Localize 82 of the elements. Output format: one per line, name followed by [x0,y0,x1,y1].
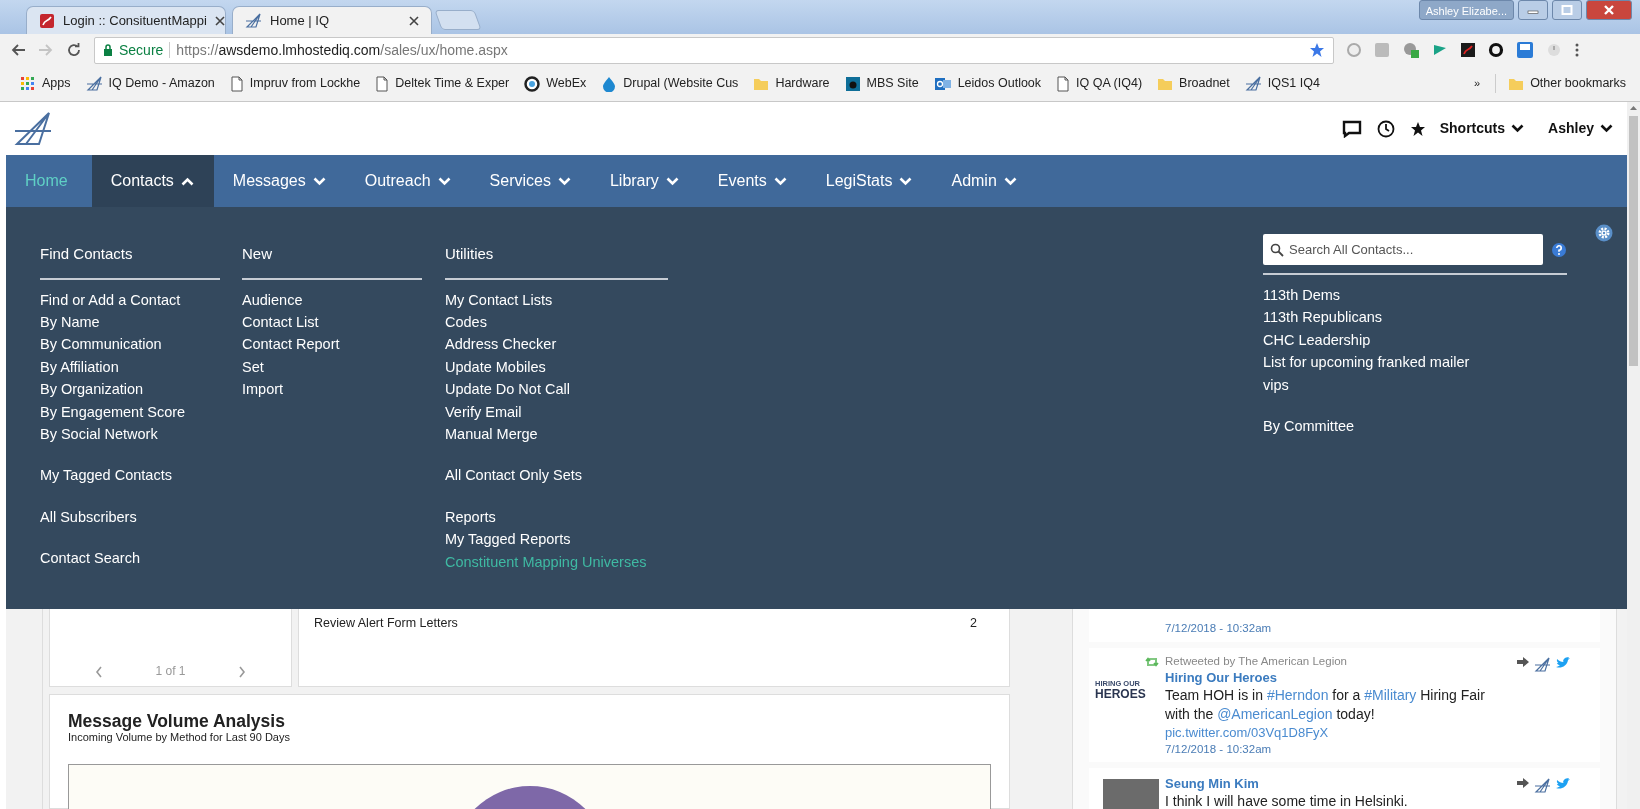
menu-link[interactable]: Contact Search [40,547,140,570]
menu-link[interactable]: Update Do Not Call [445,378,570,401]
menu-link[interactable]: Verify Email [445,400,522,423]
bookmark-link[interactable]: Leidos Outlook [933,74,1042,93]
menu-link[interactable]: By Committee [1263,415,1355,438]
menu-link[interactable]: Find or Add a Contact [40,288,181,311]
menu-link[interactable]: Manual Merge [445,422,538,446]
hashtag-link[interactable]: #Herndon [1266,687,1329,703]
browser-tab[interactable]: Home | IQ [232,6,432,34]
menu-link[interactable]: Codes [445,310,487,334]
bookmark-link[interactable]: MBS Site [844,74,919,93]
menu-link[interactable]: My Tagged Contacts [40,464,172,487]
hashtag-link[interactable]: @AmericanLegion [1217,706,1333,722]
menu-link[interactable]: By Name [40,310,100,334]
menu-link[interactable]: List for upcoming franked mailer [1263,351,1470,374]
menu-link[interactable]: By Organization [40,378,144,401]
menu-link[interactable]: By Engagement Score [40,400,186,423]
bookmark-link[interactable]: Deltek Time & Exper [375,74,510,93]
menu-link[interactable]: Contact List [242,310,319,334]
menu-heading: Utilities [445,243,668,280]
menu-heading: New [242,243,422,280]
shortcuts-menu[interactable]: Shortcuts [1439,118,1525,139]
search-field[interactable]: Search All Contacts... [1263,234,1543,265]
bookmark-link[interactable]: IQ QA (IQ4) [1056,74,1143,93]
menu-link[interactable]: Audience [242,288,303,311]
menu-link[interactable]: By Communication [40,333,162,356]
menu-link[interactable]: All Contact Only Sets [445,464,582,487]
tweet-author[interactable]: Seung Min Kim [1165,775,1516,792]
tweet-text: Team HOH is in #Herndon for a #Military Hiring Fair with the @AmericanLegion today! [1165,686,1486,724]
menu-link[interactable]: My Tagged Reports [445,528,571,551]
overflow-button[interactable]: » [1474,75,1481,92]
nav-tab[interactable]: Messages [213,155,346,207]
bookmark-link[interactable]: Broadnet [1157,74,1230,93]
menu-link[interactable]: Address Checker [445,333,557,356]
hashtag-link[interactable]: #Military [1364,687,1417,703]
address-bar[interactable]: Secure https://awsdemo.lmhostediq.com/sales/ux/home.aspx [94,36,1334,64]
bookmark-link[interactable]: Hardware [753,74,830,93]
bookmark-link[interactable]: Drupal (Website Cus [601,74,739,93]
panel-title: Message Volume Analysis [68,711,286,731]
menu-link[interactable]: Set [242,355,264,379]
tweet-text: I think I will have some time in Helsinki. [1165,792,1409,809]
nav-tab[interactable]: Library [590,155,699,207]
nav-tab[interactable]: Services [470,155,591,207]
bookmark-link[interactable]: WebEx [524,74,587,93]
retweet-label: Retweeted by The American Legion [1165,654,1347,669]
menu-link[interactable]: All Subscribers [40,505,137,529]
menu-link[interactable]: vips [1263,373,1289,397]
bookmark-link[interactable]: Other bookmarks [1495,74,1626,93]
nav-tab[interactable]: Outreach [345,155,471,207]
menu-link[interactable]: 113th Republicans [1263,306,1383,329]
menu-link[interactable]: Import [242,378,284,401]
secure-label: Secure [119,40,164,60]
menu-link[interactable]: Constituent Mapping Universes [445,550,647,573]
nav-tab[interactable]: LegiStats [806,155,933,207]
tweet-author[interactable]: Hiring Our Heroes [1165,669,1516,686]
media-link[interactable]: pic.twitter.com/03Vq1D8FyX [1165,724,1516,742]
nav-tab[interactable]: Events [698,155,807,207]
user-menu[interactable]: Ashley [1548,118,1613,139]
menu-link[interactable]: Reports [445,505,496,529]
menu-heading: Find Contacts [40,243,220,280]
page-indicator: 1 of 1 [155,663,186,680]
menu-link[interactable]: 113th Dems [1263,284,1341,307]
menu-link[interactable]: Update Mobiles [445,355,546,379]
bookmark-link[interactable]: IQS1 IQ4 [1244,74,1320,93]
logo-text: HEROES [1095,687,1147,701]
nav-tab[interactable]: Contacts [91,155,214,207]
menu-link[interactable]: By Social Network [40,422,158,446]
menu-link[interactable]: My Contact Lists [445,288,553,311]
tweet-time: 7/12/2018 - 10:32am [1165,742,1273,757]
browser-tab[interactable]: Login :: ConsituentMappi [26,6,226,34]
nav-tab[interactable]: Admin [932,155,1037,207]
task-label[interactable]: Review Alert Form Letters [314,614,458,633]
bookmark-link[interactable]: IQ Demo - Amazon [85,74,215,93]
menu-link[interactable]: By Affiliation [40,355,119,379]
menu-link[interactable]: Contact Report [242,333,340,356]
bookmark-link[interactable]: Apps [20,74,71,93]
panel-subtitle: Incoming Volume by Method for Last 90 Days [68,731,291,744]
bookmark-link[interactable]: Impruv from Lockhe [229,74,361,93]
url-text: https://awsdemo.lmhostediq.com/sales/ux/home.aspx [176,40,508,60]
menu-link[interactable]: CHC Leadership [1263,328,1371,352]
tweet-time: 7/12/2018 - 10:32am [1165,621,1273,636]
task-count: 2 [970,615,977,632]
